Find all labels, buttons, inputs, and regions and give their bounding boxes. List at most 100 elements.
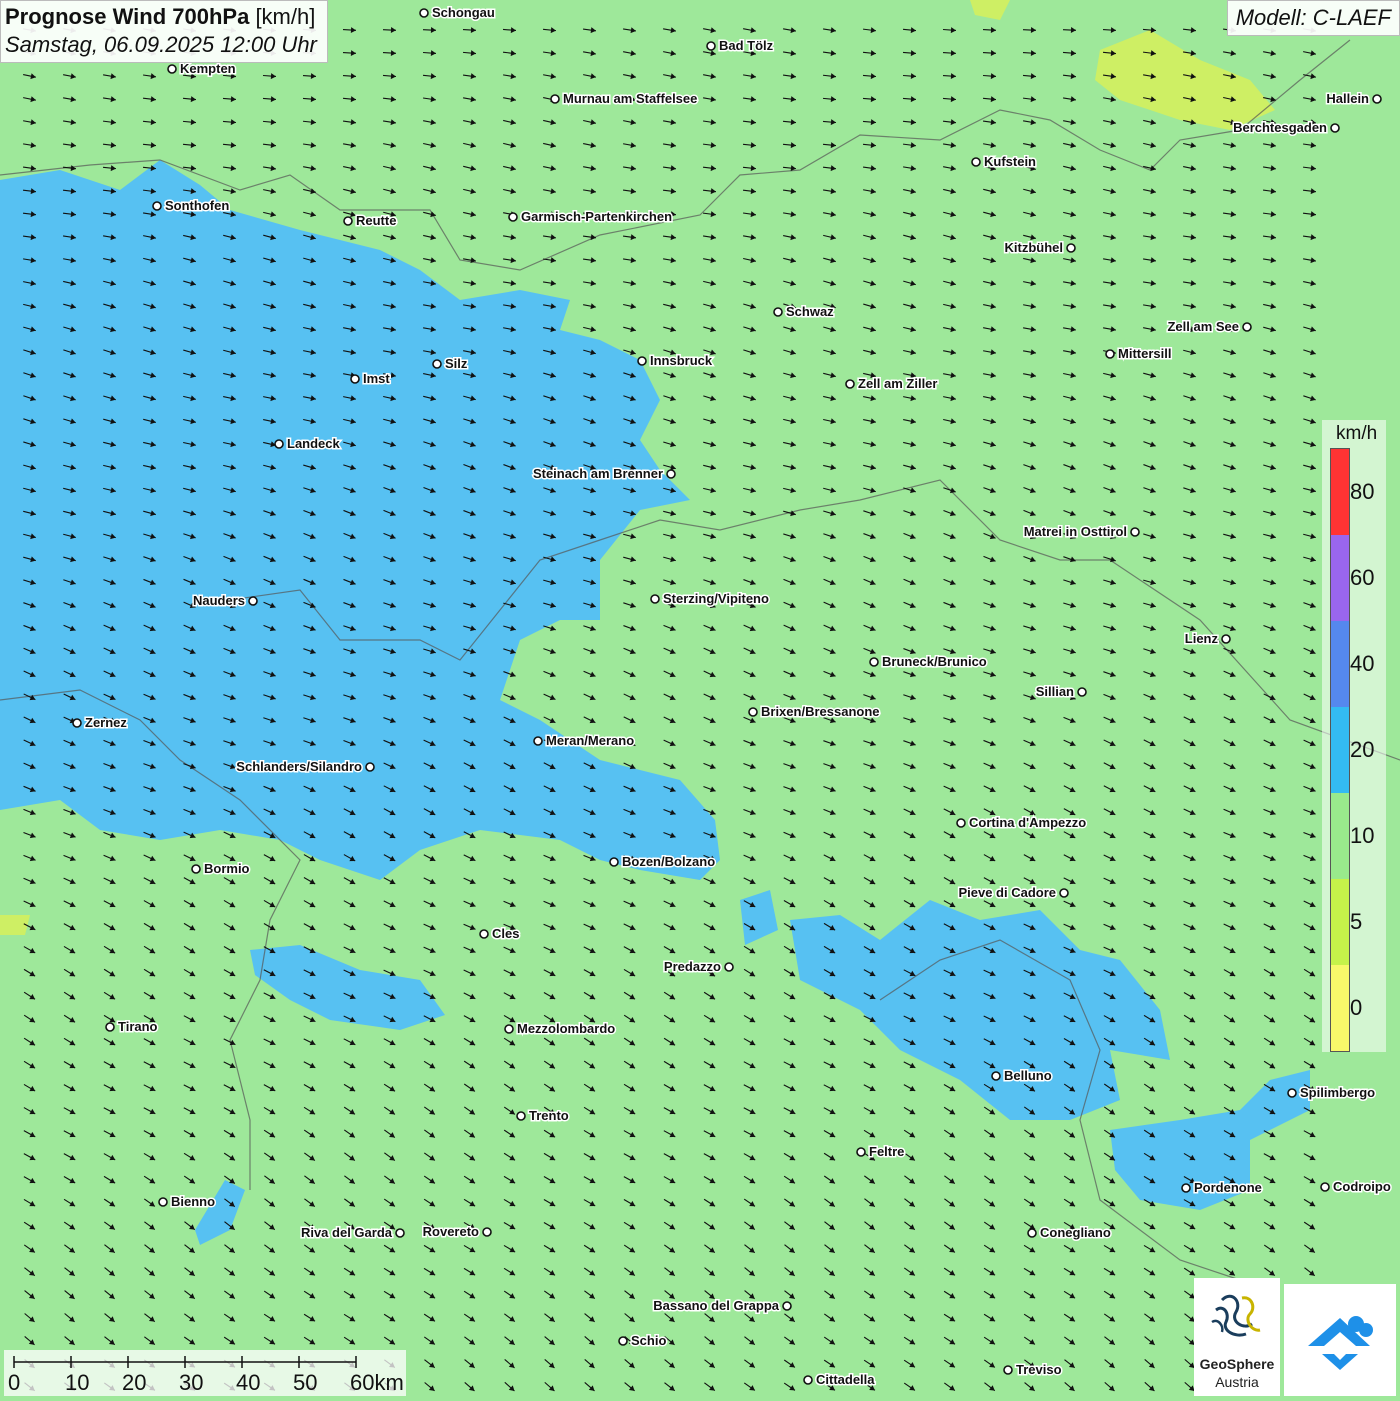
city-marker: Conegliano bbox=[1027, 1224, 1112, 1242]
legend-label: 5 bbox=[1350, 909, 1363, 934]
city-label: Sonthofen bbox=[165, 198, 229, 213]
city-label: Rovereto bbox=[423, 1224, 479, 1239]
city-dot bbox=[1287, 1088, 1297, 1098]
city-dot bbox=[1027, 1228, 1037, 1238]
city-label: Zell am Ziller bbox=[858, 376, 937, 391]
city-marker: Zell am Ziller bbox=[845, 375, 939, 393]
city-label: Bormio bbox=[204, 861, 250, 876]
city-dot bbox=[782, 1301, 792, 1311]
city-label: Bozen/Bolzano bbox=[622, 854, 715, 869]
city-dot bbox=[105, 1022, 115, 1032]
city-dot bbox=[1077, 687, 1087, 697]
city-dot bbox=[991, 1071, 1001, 1081]
city-label: Cles bbox=[492, 926, 519, 941]
city-label: Imst bbox=[363, 371, 390, 386]
title-date: Samstag, 06.09.2025 12:00 Uhr bbox=[5, 32, 317, 57]
scale-label: 30 bbox=[179, 1370, 204, 1395]
scale-label: 50 bbox=[293, 1370, 318, 1395]
city-label: Trento bbox=[529, 1108, 569, 1123]
city-label: Mezzolombardo bbox=[517, 1021, 615, 1036]
city-label: Silz bbox=[445, 356, 468, 371]
city-dot bbox=[343, 216, 353, 226]
city-dot bbox=[1105, 349, 1115, 359]
legend-segment bbox=[1331, 621, 1349, 707]
city-marker: Spilimbergo bbox=[1287, 1084, 1377, 1102]
city-label: Spilimbergo bbox=[1300, 1085, 1375, 1100]
city-label: Schongau bbox=[432, 5, 495, 20]
cloud-arrow-logo-icon bbox=[1308, 1316, 1373, 1370]
city-marker: Berchtesgaden bbox=[1232, 119, 1340, 137]
city-dot bbox=[1372, 94, 1382, 104]
city-label: Kitzbühel bbox=[1005, 240, 1064, 255]
city-label: Bassano del Grappa bbox=[653, 1298, 779, 1313]
geosphere-logo-icon bbox=[1211, 1294, 1261, 1337]
city-dot bbox=[856, 1147, 866, 1157]
city-label: Schlanders/Silandro bbox=[236, 759, 362, 774]
city-marker: Pieve di Cadore bbox=[957, 884, 1069, 902]
city-dot bbox=[706, 41, 716, 51]
city-label: Zernez bbox=[85, 715, 127, 730]
wind-map: Schongau Bad Tölz Kempten Murnau am Staffel… bbox=[0, 0, 1400, 1400]
city-marker: Bozen/Bolzano bbox=[609, 853, 717, 871]
city-dot bbox=[1130, 527, 1140, 537]
scale-bar: 0 10 20 30 40 50 60km bbox=[4, 1350, 406, 1396]
city-label: Matrei in Osttirol bbox=[1024, 524, 1127, 539]
city-dot bbox=[1242, 322, 1252, 332]
city-label: Riva del Garda bbox=[301, 1225, 393, 1240]
city-dot bbox=[650, 594, 660, 604]
city-label: Bienno bbox=[171, 1194, 215, 1209]
legend-label: 60 bbox=[1350, 565, 1375, 590]
city-dot bbox=[504, 1024, 514, 1034]
city-dot bbox=[845, 379, 855, 389]
title-unit: [km/h] bbox=[255, 4, 316, 29]
city-label: Codroipo bbox=[1333, 1179, 1391, 1194]
city-dot bbox=[350, 374, 360, 384]
city-dot bbox=[479, 929, 489, 939]
city-dot bbox=[533, 736, 543, 746]
city-label: Schio bbox=[631, 1333, 666, 1348]
legend-segment bbox=[1331, 879, 1349, 965]
city-marker: Schlanders/Silandro bbox=[235, 758, 375, 776]
city-dot bbox=[609, 857, 619, 867]
city-label: Cortina d'Ampezzo bbox=[969, 815, 1086, 830]
city-dot bbox=[158, 1197, 168, 1207]
city-label: Feltre bbox=[869, 1144, 904, 1159]
city-label: Mittersill bbox=[1118, 346, 1171, 361]
legend-label: 10 bbox=[1350, 823, 1375, 848]
city-label: Bad Tölz bbox=[719, 38, 774, 53]
city-marker: Mezzolombardo bbox=[504, 1020, 617, 1038]
city-marker: Bruneck/Brunico bbox=[869, 653, 988, 671]
geosphere-logo: GeoSphere Austria bbox=[1194, 1278, 1280, 1396]
city-dot bbox=[1221, 634, 1231, 644]
city-dot bbox=[508, 212, 518, 222]
city-marker: Sterzing/Vipiteno bbox=[650, 590, 770, 608]
city-marker: Brixen/Bressanone bbox=[748, 703, 881, 721]
city-label: Sterzing/Vipiteno bbox=[663, 591, 769, 606]
city-marker: Sonthofen bbox=[152, 197, 231, 215]
city-dot bbox=[395, 1228, 405, 1238]
scale-label: 60km bbox=[350, 1370, 404, 1395]
legend-segment bbox=[1331, 707, 1349, 793]
city-dot bbox=[152, 201, 162, 211]
city-dot bbox=[365, 762, 375, 772]
city-dot bbox=[419, 8, 429, 18]
city-label: Brixen/Bressanone bbox=[761, 704, 880, 719]
city-dot bbox=[72, 718, 82, 728]
legend-label: 20 bbox=[1350, 737, 1375, 762]
city-dot bbox=[516, 1111, 526, 1121]
city-dot bbox=[956, 818, 966, 828]
city-dot bbox=[1181, 1183, 1191, 1193]
city-label: Pordenone bbox=[1194, 1180, 1262, 1195]
city-marker: Meran/Merano bbox=[533, 732, 636, 750]
city-label: Treviso bbox=[1016, 1362, 1062, 1377]
legend-segment bbox=[1331, 535, 1349, 621]
city-dot bbox=[971, 157, 981, 167]
model-label: Modell: C-LAEF bbox=[1226, 0, 1400, 36]
city-dot bbox=[274, 439, 284, 449]
legend-label: 0 bbox=[1350, 995, 1363, 1020]
city-label: Lienz bbox=[1185, 631, 1219, 646]
city-label: Nauders bbox=[193, 593, 245, 608]
partner-logo bbox=[1284, 1284, 1396, 1396]
city-marker: Innsbruck bbox=[637, 352, 714, 370]
city-label: Hallein bbox=[1326, 91, 1369, 106]
